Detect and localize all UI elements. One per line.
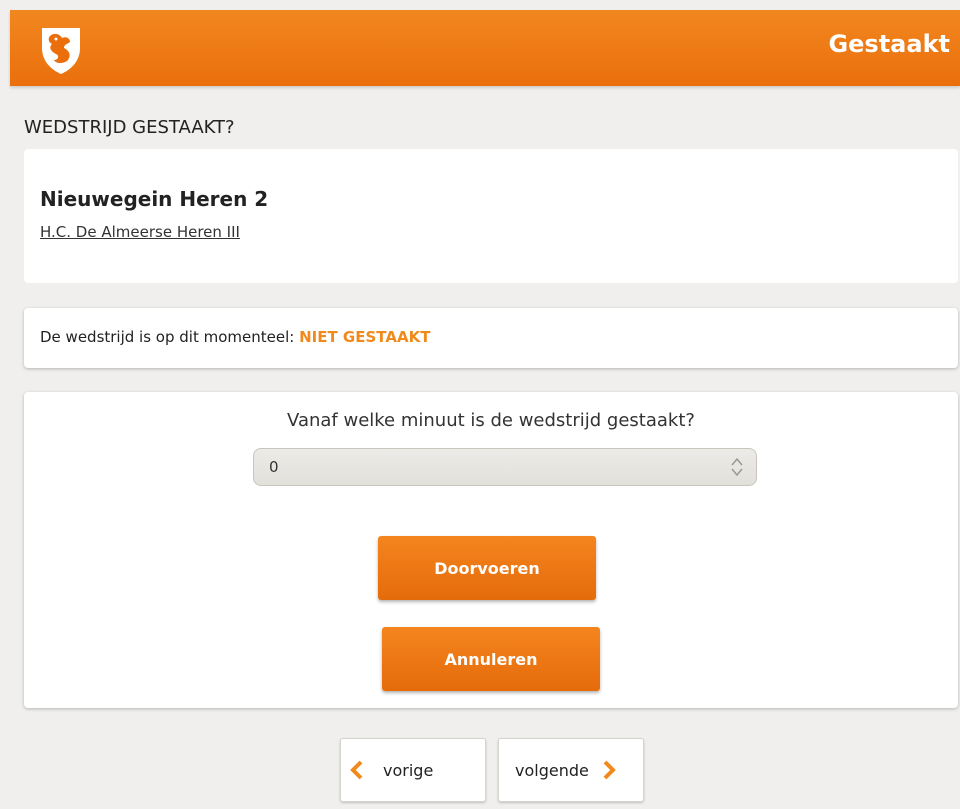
minute-question: Vanaf welke minuut is de wedstrijd gesta… [287, 410, 695, 431]
next-label: volgende [515, 760, 589, 780]
top-bar: Gestaakt [10, 10, 960, 86]
previous-label: vorige [383, 760, 434, 780]
lion-crest-logo [42, 28, 80, 74]
minute-select-value: 0 [269, 458, 279, 476]
chevron-left-icon [350, 760, 363, 780]
status-card: De wedstrijd is op dit momenteel: NIET G… [24, 308, 958, 368]
section-heading: WEDSTRIJD GESTAAKT? [24, 117, 235, 138]
minute-select[interactable]: 0 [253, 448, 757, 486]
home-team-name: Nieuwegein Heren 2 [40, 187, 269, 211]
select-arrows-icon [731, 457, 743, 477]
cancel-button[interactable]: Annuleren [382, 627, 600, 691]
page-title: Gestaakt [828, 30, 950, 58]
status-line: De wedstrijd is op dit momenteel: NIET G… [40, 328, 430, 346]
status-value: NIET GESTAAKT [299, 328, 431, 346]
chevron-right-icon [603, 760, 616, 780]
next-button[interactable]: volgende [498, 738, 644, 802]
status-label: De wedstrijd is op dit momenteel: [40, 328, 295, 346]
confirm-button[interactable]: Doorvoeren [378, 536, 596, 600]
away-team-link[interactable]: H.C. De Almeerse Heren III [40, 223, 240, 241]
match-card: Nieuwegein Heren 2 H.C. De Almeerse Here… [24, 149, 958, 283]
abandon-form-card: Vanaf welke minuut is de wedstrijd gesta… [24, 392, 958, 708]
previous-button[interactable]: vorige [340, 738, 486, 802]
